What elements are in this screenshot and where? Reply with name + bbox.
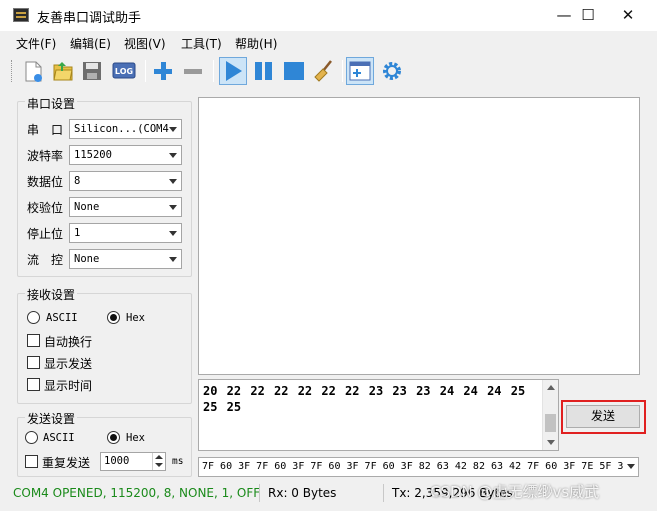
baud-label: 波特率 xyxy=(27,149,64,163)
repeat-interval-unit: ms xyxy=(172,456,184,467)
parity-value: None xyxy=(74,201,100,213)
chevron-down-icon[interactable] xyxy=(155,463,163,467)
receive-settings-title: 接收设置 xyxy=(25,286,78,303)
pause-icon[interactable] xyxy=(251,58,277,84)
baud-select[interactable]: 115200 xyxy=(69,145,182,165)
auto-wrap-label: 自动换行 xyxy=(44,335,93,349)
scroll-thumb[interactable] xyxy=(545,414,556,432)
add-icon[interactable] xyxy=(150,58,176,84)
show-send-label: 显示发送 xyxy=(44,357,93,371)
menu-tools[interactable]: 工具(T) xyxy=(181,35,222,52)
scroll-down-icon[interactable] xyxy=(547,440,555,445)
clear-icon[interactable] xyxy=(311,58,337,84)
save-icon[interactable] xyxy=(79,58,105,84)
toolbar-separator xyxy=(213,60,214,82)
scroll-up-icon[interactable] xyxy=(547,385,555,390)
receive-textarea[interactable] xyxy=(198,97,640,375)
menu-file[interactable]: 文件(F) xyxy=(16,35,56,52)
send-button[interactable]: 发送 xyxy=(566,405,640,428)
repeat-interval-value: 1000 xyxy=(104,455,130,467)
chevron-down-icon xyxy=(169,153,177,158)
send-text: 20 22 22 22 22 22 22 23 23 23 24 24 24 2… xyxy=(203,384,526,414)
close-button[interactable]: ✕ xyxy=(605,0,651,31)
tx-ascii-radio[interactable] xyxy=(25,431,38,444)
toolbar-separator xyxy=(342,60,343,82)
show-send-checkbox[interactable] xyxy=(27,356,40,369)
send-history-value: 7F 60 3F 7F 60 3F 7F 60 3F 7F 60 3F 82 6… xyxy=(202,461,624,472)
databits-select[interactable]: 8 xyxy=(69,171,182,191)
databits-label: 数据位 xyxy=(27,175,64,189)
menu-edit[interactable]: 编辑(E) xyxy=(70,35,111,52)
chevron-down-icon xyxy=(169,205,177,210)
rx-ascii-label: ASCII xyxy=(46,312,78,324)
chevron-down-icon xyxy=(169,231,177,236)
parity-select[interactable]: None xyxy=(69,197,182,217)
repeat-send-checkbox[interactable] xyxy=(25,455,38,468)
show-time-checkbox[interactable] xyxy=(27,378,40,391)
status-separator xyxy=(259,484,260,502)
auto-wrap-checkbox[interactable] xyxy=(27,334,40,347)
watermark: CSDN @虚无缥缈vs威武 xyxy=(430,483,600,501)
menu-bar: 文件(F) 编辑(E) 视图(V) 工具(T) 帮助(H) xyxy=(0,31,657,54)
status-rx: Rx: 0 Bytes xyxy=(268,486,337,500)
status-separator xyxy=(383,484,384,502)
stop-icon[interactable] xyxy=(281,58,307,84)
log-label: LOG xyxy=(115,67,133,76)
port-value: Silicon...(COM4 xyxy=(74,123,169,135)
repeat-send-label: 重复发送 xyxy=(42,456,91,470)
play-icon[interactable] xyxy=(219,57,247,85)
remove-icon[interactable] xyxy=(180,58,206,84)
flow-value: None xyxy=(74,253,100,265)
window-title: 友善串口调试助手 xyxy=(37,11,142,26)
stepper-arrows[interactable] xyxy=(152,453,165,470)
chevron-down-icon xyxy=(169,179,177,184)
toolbar-grip xyxy=(11,60,14,82)
title-bar: 友善串口调试助手 — ☐ ✕ xyxy=(0,0,657,31)
history-arrow-box xyxy=(624,458,638,476)
stopbits-select[interactable]: 1 xyxy=(69,223,182,243)
status-port: COM4 OPENED, 115200, 8, NONE, 1, OFF xyxy=(13,486,261,500)
menu-view[interactable]: 视图(V) xyxy=(124,35,166,52)
app-icon xyxy=(13,8,29,22)
toolbar-separator xyxy=(145,60,146,82)
open-icon[interactable] xyxy=(50,58,76,84)
show-time-label: 显示时间 xyxy=(44,379,93,393)
rx-hex-label: Hex xyxy=(126,312,145,324)
toolbar: LOG xyxy=(8,55,408,87)
serial-settings-title: 串口设置 xyxy=(25,95,78,112)
rx-ascii-radio[interactable] xyxy=(27,311,40,324)
stopbits-label: 停止位 xyxy=(27,227,64,241)
tx-ascii-label: ASCII xyxy=(43,432,75,444)
port-label: 串 口 xyxy=(27,123,64,137)
send-settings-title: 发送设置 xyxy=(25,410,78,427)
send-textarea[interactable]: 20 22 22 22 22 22 22 23 23 23 24 24 24 2… xyxy=(198,379,559,451)
chevron-down-icon xyxy=(169,257,177,262)
tx-hex-radio[interactable] xyxy=(107,431,120,444)
rx-hex-radio[interactable] xyxy=(107,311,120,324)
new-icon[interactable] xyxy=(21,58,47,84)
stopbits-value: 1 xyxy=(74,227,81,239)
port-select[interactable]: Silicon...(COM4 xyxy=(69,119,182,139)
window-icon[interactable] xyxy=(346,57,374,85)
repeat-interval-stepper[interactable]: 1000 xyxy=(100,452,166,471)
chevron-up-icon[interactable] xyxy=(155,455,163,459)
log-icon[interactable]: LOG xyxy=(111,58,137,84)
chevron-down-icon xyxy=(627,464,635,469)
flow-label: 流 控 xyxy=(27,253,64,267)
baud-value: 115200 xyxy=(74,149,112,161)
send-scrollbar[interactable] xyxy=(542,380,558,450)
send-history-select[interactable]: 7F 60 3F 7F 60 3F 7F 60 3F 7F 60 3F 82 6… xyxy=(198,457,639,477)
tx-hex-label: Hex xyxy=(126,432,145,444)
chevron-down-icon xyxy=(169,127,177,132)
menu-help[interactable]: 帮助(H) xyxy=(235,35,277,52)
parity-label: 校验位 xyxy=(27,201,64,215)
databits-value: 8 xyxy=(74,175,81,187)
flow-select[interactable]: None xyxy=(69,249,182,269)
settings-icon[interactable] xyxy=(379,58,405,84)
